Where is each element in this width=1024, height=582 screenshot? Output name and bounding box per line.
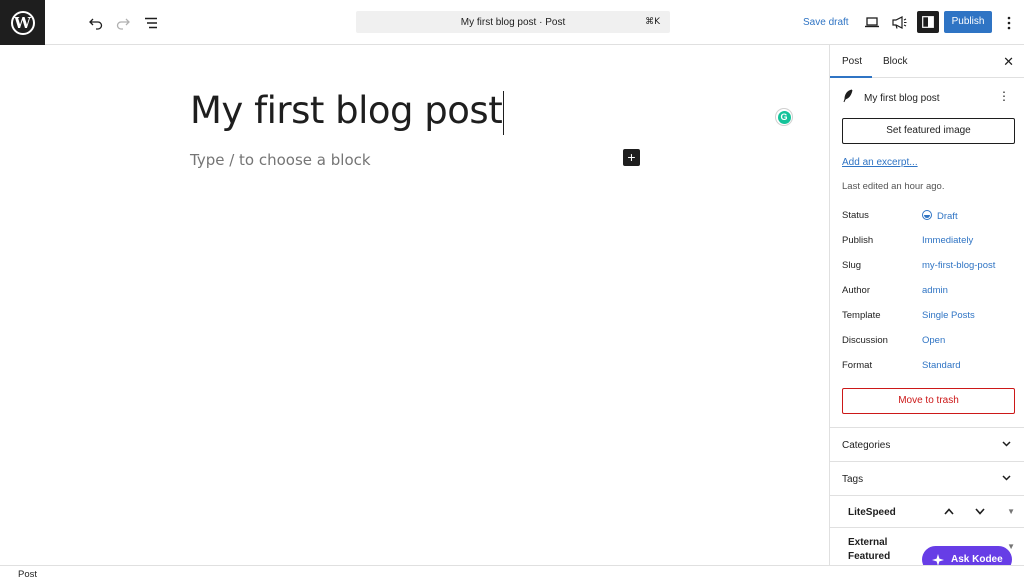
preview-button[interactable] bbox=[860, 11, 883, 34]
categories-label: Categories bbox=[842, 440, 891, 451]
save-draft-button[interactable]: Save draft bbox=[803, 17, 849, 28]
tags-panel-toggle[interactable]: Tags bbox=[830, 461, 1024, 495]
document-overview-button[interactable] bbox=[139, 11, 162, 34]
sidebar-tabs: Post Block ✕ bbox=[830, 45, 1024, 78]
editor-canvas[interactable]: My first blog post Type / to choose a bl… bbox=[0, 45, 830, 565]
external-featured-image-label: External Featured Image bbox=[848, 537, 891, 562]
breadcrumb-post[interactable]: Post bbox=[18, 569, 37, 580]
feather-icon bbox=[842, 89, 854, 108]
undo-button[interactable] bbox=[84, 11, 107, 34]
chevron-down-icon[interactable] bbox=[975, 508, 985, 515]
active-tab-indicator bbox=[830, 76, 872, 78]
last-edited-text: Last edited an hour ago. bbox=[842, 181, 945, 192]
empty-block-placeholder[interactable]: Type / to choose a block bbox=[190, 151, 371, 169]
status-label: Status bbox=[842, 210, 869, 221]
settings-sidebar: Post Block ✕ My first blog post ⋮ Set fe… bbox=[829, 45, 1024, 565]
command-palette-bar[interactable]: My first blog post · Post ⌘K bbox=[356, 11, 670, 33]
discussion-value[interactable]: Open bbox=[922, 335, 945, 346]
move-to-trash-button[interactable]: Move to trash bbox=[842, 388, 1015, 414]
grammarly-icon: G bbox=[777, 110, 791, 124]
status-text: Draft bbox=[937, 211, 958, 222]
close-sidebar-button[interactable]: ✕ bbox=[1003, 54, 1014, 70]
options-button[interactable] bbox=[997, 11, 1020, 34]
top-toolbar: W + My first blog post · Post ⌘K Save dr… bbox=[0, 0, 1024, 45]
redo-icon bbox=[116, 18, 130, 30]
categories-panel-toggle[interactable]: Categories bbox=[830, 427, 1024, 461]
litespeed-label: LiteSpeed bbox=[848, 507, 896, 518]
text-caret bbox=[503, 90, 505, 135]
list-view-icon bbox=[144, 17, 157, 28]
add-excerpt-link[interactable]: Add an excerpt... bbox=[842, 157, 918, 168]
template-value[interactable]: Single Posts bbox=[922, 310, 975, 321]
publish-date-value[interactable]: Immediately bbox=[922, 235, 973, 246]
chevron-down-icon bbox=[1002, 441, 1011, 447]
post-actions-button[interactable]: ⋮ bbox=[998, 89, 1010, 103]
megaphone-icon bbox=[892, 16, 907, 29]
author-label: Author bbox=[842, 285, 870, 296]
settings-sidebar-icon bbox=[922, 16, 934, 28]
slug-value[interactable]: my-first-blog-post bbox=[922, 260, 995, 271]
draft-status-icon bbox=[922, 210, 932, 220]
litespeed-panel[interactable]: LiteSpeed ▼ bbox=[830, 495, 1024, 527]
publish-button[interactable]: Publish bbox=[944, 11, 992, 33]
format-value[interactable]: Standard bbox=[922, 360, 961, 371]
discussion-label: Discussion bbox=[842, 335, 888, 346]
announcements-button[interactable] bbox=[888, 11, 911, 34]
grammarly-button[interactable]: G bbox=[775, 108, 793, 126]
slug-label: Slug bbox=[842, 260, 862, 271]
publish-date-label: Publish bbox=[842, 235, 874, 246]
status-value[interactable]: Draft bbox=[922, 210, 958, 222]
app: W + My first blog post · Post ⌘K Save dr… bbox=[0, 0, 1024, 582]
post-summary-title: My first blog post bbox=[864, 93, 940, 104]
chevron-down-icon bbox=[1002, 475, 1011, 481]
post-title-input[interactable]: My first blog post bbox=[190, 89, 505, 135]
format-label: Format bbox=[842, 360, 873, 371]
options-icon bbox=[1007, 16, 1010, 29]
wordpress-icon: W bbox=[10, 10, 35, 35]
undo-icon bbox=[88, 18, 102, 30]
settings-sidebar-toggle[interactable] bbox=[917, 11, 939, 33]
footer-breadcrumb: Post bbox=[0, 565, 1024, 582]
template-label: Template bbox=[842, 310, 881, 321]
redo-button[interactable] bbox=[111, 11, 134, 34]
collapse-triangle-icon[interactable]: ▼ bbox=[1007, 507, 1015, 516]
command-shortcut: ⌘K bbox=[645, 17, 660, 27]
tab-post[interactable]: Post bbox=[842, 56, 862, 67]
wordpress-logo-button[interactable]: W bbox=[0, 0, 45, 45]
post-title-text: My first blog post bbox=[190, 89, 503, 132]
ask-kodee-label: Ask Kodee bbox=[951, 554, 1003, 565]
command-title: My first blog post · Post bbox=[460, 17, 566, 28]
set-featured-image-button[interactable]: Set featured image bbox=[842, 118, 1015, 144]
preview-icon bbox=[864, 17, 879, 28]
author-value[interactable]: admin bbox=[922, 285, 948, 296]
chevron-up-icon[interactable] bbox=[944, 508, 954, 515]
tab-block[interactable]: Block bbox=[883, 56, 907, 67]
tags-label: Tags bbox=[842, 474, 864, 485]
inline-block-inserter-button[interactable]: + bbox=[623, 149, 640, 166]
